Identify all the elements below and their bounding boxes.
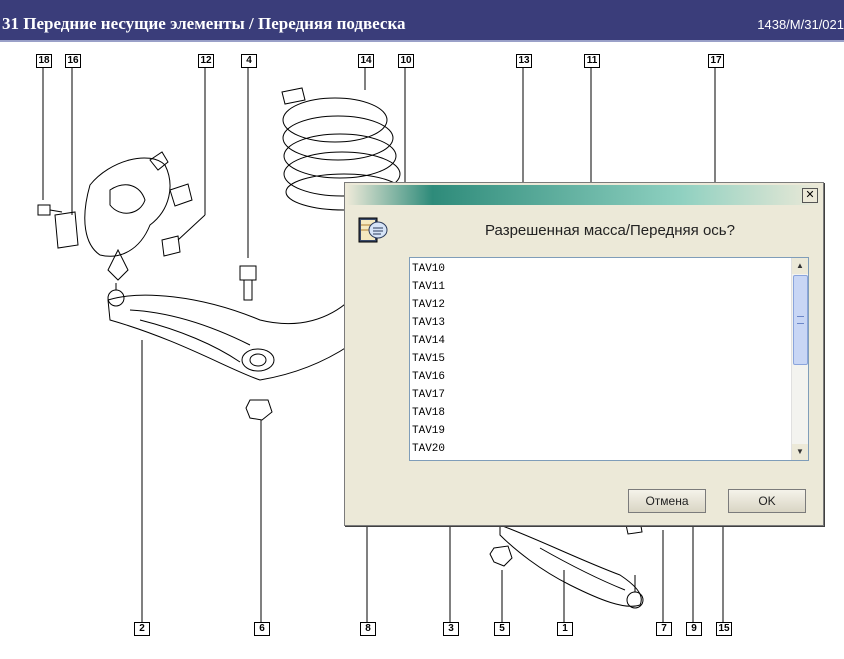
document-code: 1438/M/31/021 xyxy=(757,17,844,32)
dialog-titlebar[interactable]: ✕ xyxy=(347,185,821,205)
callout-13[interactable]: 13 xyxy=(516,54,532,68)
list-item[interactable]: TAV14 xyxy=(412,332,790,350)
ok-button[interactable]: OK xyxy=(728,489,806,513)
page-title: 31 Передние несущие элементы / Передняя … xyxy=(2,14,406,33)
callout-9[interactable]: 9 xyxy=(686,622,702,636)
callout-7[interactable]: 7 xyxy=(656,622,672,636)
cancel-button[interactable]: Отмена xyxy=(628,489,706,513)
callout-4[interactable]: 4 xyxy=(241,54,257,68)
axle-mass-dialog: ✕ Разрешенная масса/Передняя ось? TAV10 … xyxy=(344,182,824,526)
list-item[interactable]: TAV13 xyxy=(412,314,790,332)
callout-8[interactable]: 8 xyxy=(360,622,376,636)
list-item[interactable]: TAV16 xyxy=(412,368,790,386)
callout-18[interactable]: 18 xyxy=(36,54,52,68)
callout-12[interactable]: 12 xyxy=(198,54,214,68)
scroll-thumb[interactable] xyxy=(793,275,808,365)
callout-2[interactable]: 2 xyxy=(134,622,150,636)
option-listbox[interactable]: TAV10 TAV11 TAV12 TAV13 TAV14 TAV15 TAV1… xyxy=(409,257,809,461)
scroll-up-icon[interactable]: ▲ xyxy=(792,258,808,274)
list-item[interactable]: TAV11 xyxy=(412,278,790,296)
vertical-scrollbar[interactable]: ▲ ▼ xyxy=(791,258,808,460)
callout-11[interactable]: 11 xyxy=(584,54,600,68)
scroll-down-icon[interactable]: ▼ xyxy=(792,444,808,460)
callout-10[interactable]: 10 xyxy=(398,54,414,68)
list-item[interactable]: TAV12 xyxy=(412,296,790,314)
callout-17[interactable]: 17 xyxy=(708,54,724,68)
dialog-question: Разрешенная масса/Передняя ось? xyxy=(485,222,735,239)
list-item[interactable]: TAV19 xyxy=(412,422,790,440)
list-item[interactable]: TAV20 xyxy=(412,440,790,458)
list-item[interactable]: TAV15 xyxy=(412,350,790,368)
list-item[interactable]: TAV17 xyxy=(412,386,790,404)
window-titlebar: 31 Передние несущие элементы / Передняя … xyxy=(0,0,844,42)
list-item[interactable]: TAV18 xyxy=(412,404,790,422)
callout-5[interactable]: 5 xyxy=(494,622,510,636)
callout-6[interactable]: 6 xyxy=(254,622,270,636)
callout-15[interactable]: 15 xyxy=(716,622,732,636)
callout-16[interactable]: 16 xyxy=(65,54,81,68)
callout-3[interactable]: 3 xyxy=(443,622,459,636)
grip-icon xyxy=(797,316,804,324)
callout-1[interactable]: 1 xyxy=(557,622,573,636)
list-item[interactable]: TAV10 xyxy=(412,260,790,278)
callout-14[interactable]: 14 xyxy=(358,54,374,68)
close-button[interactable]: ✕ xyxy=(802,188,818,203)
option-list: TAV10 TAV11 TAV12 TAV13 TAV14 TAV15 TAV1… xyxy=(412,260,790,458)
